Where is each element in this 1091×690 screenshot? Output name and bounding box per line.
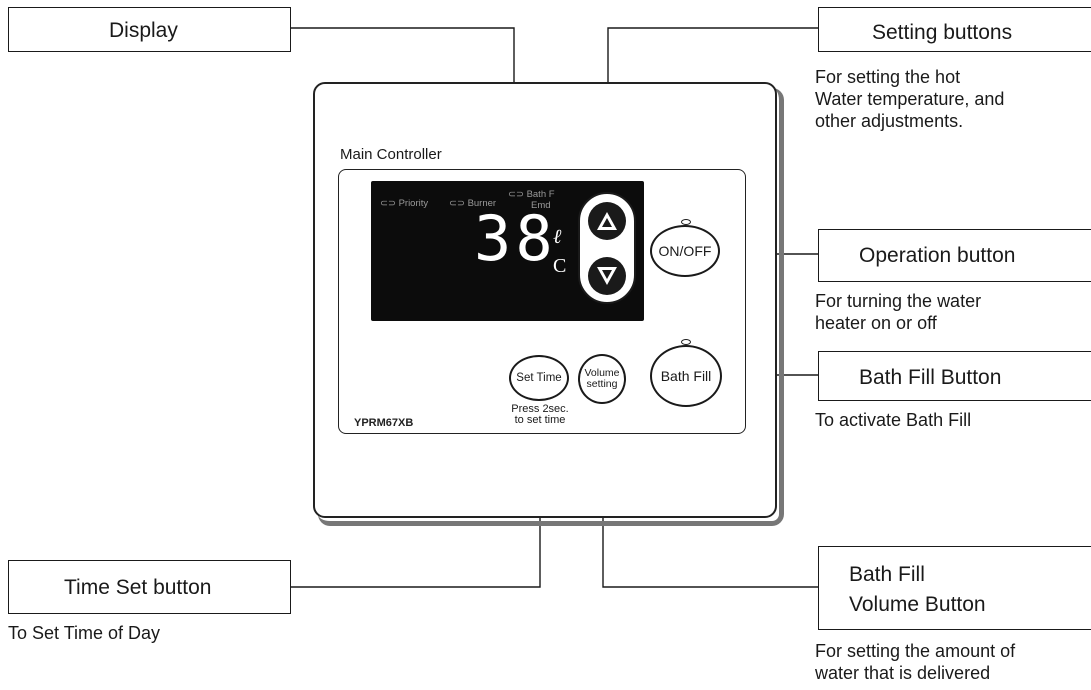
on-off-label: ON/OFF xyxy=(658,243,712,259)
bath-fill-button-callout-label: Bath Fill Button xyxy=(859,366,1002,389)
up-arrow-icon xyxy=(597,212,617,230)
setting-buttons-description: For setting the hot Water temperature, a… xyxy=(815,67,1005,131)
setting-buttons-callout: Setting buttons xyxy=(818,7,1091,52)
controller-title: Main Controller xyxy=(340,146,442,163)
set-time-note: Press 2sec. to set time xyxy=(511,403,569,426)
display-callout-label: Display xyxy=(109,19,178,42)
time-set-button-callout-label: Time Set button xyxy=(64,576,212,599)
priority-indicator: ⊂⊃ Priority xyxy=(380,198,429,209)
volume-button-callout-label: Bath Fill Volume Button xyxy=(849,563,986,616)
volume-button-description: For setting the amount of water that is … xyxy=(815,641,1016,683)
time-set-button-callout: Time Set button xyxy=(8,560,291,614)
bath-fill-button[interactable]: Bath Fill xyxy=(650,345,722,407)
volume-button-callout: Bath Fill Volume Button xyxy=(818,546,1091,630)
temperature-up-button[interactable] xyxy=(588,202,626,240)
temperature-down-button[interactable] xyxy=(588,257,626,295)
set-time-button[interactable]: Set Time xyxy=(509,355,569,401)
time-set-button-description: To Set Time of Day xyxy=(8,623,161,643)
volume-setting-button[interactable]: Volume setting xyxy=(578,354,626,404)
volume-setting-button-label: Volume setting xyxy=(584,367,620,390)
set-time-button-label: Set Time xyxy=(516,372,562,384)
setting-buttons-housing xyxy=(578,192,636,304)
bath-fill-button-description: To activate Bath Fill xyxy=(815,410,972,430)
display-callout: Display xyxy=(8,7,291,52)
temperature-readout: 38 xyxy=(474,202,557,275)
down-arrow-icon xyxy=(597,267,617,285)
bath-fill-button-label: Bath Fill xyxy=(660,368,712,384)
setting-buttons-callout-label: Setting buttons xyxy=(872,21,1013,44)
bath-fill-button-callout: Bath Fill Button xyxy=(818,351,1091,401)
model-number: YPRM67XB xyxy=(354,417,414,429)
operation-button-callout-label: Operation button xyxy=(859,244,1016,267)
temperature-unit: C xyxy=(553,255,567,277)
bath-fill-indicator: ⊂⊃ Bath F xyxy=(508,189,555,200)
operation-button-callout: Operation button xyxy=(818,229,1091,282)
operation-button-description: For turning the water heater on or off xyxy=(815,291,982,333)
volume-unit-symbol: ℓ xyxy=(553,226,562,248)
on-off-button[interactable]: ON/OFF xyxy=(650,225,720,277)
